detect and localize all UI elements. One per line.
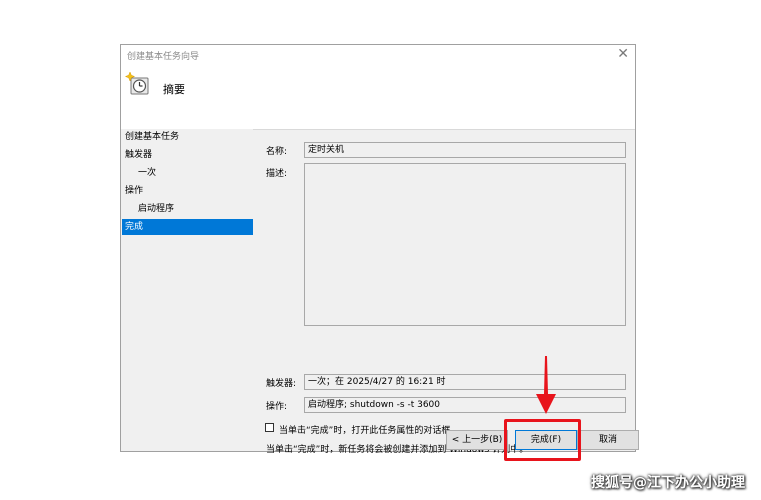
cancel-button[interactable]: 取消 [577, 430, 639, 450]
back-button[interactable]: < 上一步(B) [446, 430, 508, 450]
open-properties-checkbox[interactable] [265, 423, 274, 432]
page-heading: 摘要 [163, 83, 185, 96]
nav-step-action[interactable]: 操作 [122, 183, 253, 199]
description-field[interactable] [304, 163, 626, 326]
description-label: 描述: [266, 169, 288, 179]
name-field[interactable]: 定时关机 [304, 142, 626, 158]
trigger-field[interactable]: 一次；在 2025/4/27 的 16:21 时 [304, 374, 626, 390]
wizard-steps-nav: 创建基本任务 触发器 一次 操作 启动程序 完成 [121, 129, 253, 451]
trigger-label: 触发器: [266, 379, 297, 389]
nav-step-finish[interactable]: 完成 [122, 219, 253, 235]
open-properties-checkbox-label[interactable]: 当单击“完成”时，打开此任务属性的对话框。 [279, 423, 459, 436]
clock-sparkle-icon [125, 71, 149, 95]
finish-button-highlight-box [504, 419, 581, 461]
nav-step-create-basic-task[interactable]: 创建基本任务 [122, 129, 253, 145]
action-field[interactable]: 启动程序; shutdown -s -t 3600 [304, 397, 626, 413]
nav-step-once[interactable]: 一次 [122, 165, 253, 181]
nav-step-trigger[interactable]: 触发器 [122, 147, 253, 163]
watermark: 搜狐号@江下办公小助理 [591, 475, 745, 491]
action-label: 操作: [266, 402, 288, 412]
window-title: 创建基本任务向导 [127, 52, 200, 62]
name-label: 名称: [266, 147, 288, 157]
dialog-header: 创建基本任务向导 ✕ 摘要 [121, 45, 635, 130]
create-basic-task-dialog: 创建基本任务向导 ✕ 摘要 创建基本任务 触发器 一次 操作 启动程序 完成 名… [120, 44, 639, 455]
nav-step-start-program[interactable]: 启动程序 [122, 201, 253, 217]
close-icon[interactable]: ✕ [617, 46, 629, 62]
red-arrow-icon [536, 356, 556, 414]
summary-panel: 名称: 定时关机 描述: 触发器: 一次；在 2025/4/27 的 16:21… [253, 129, 635, 455]
